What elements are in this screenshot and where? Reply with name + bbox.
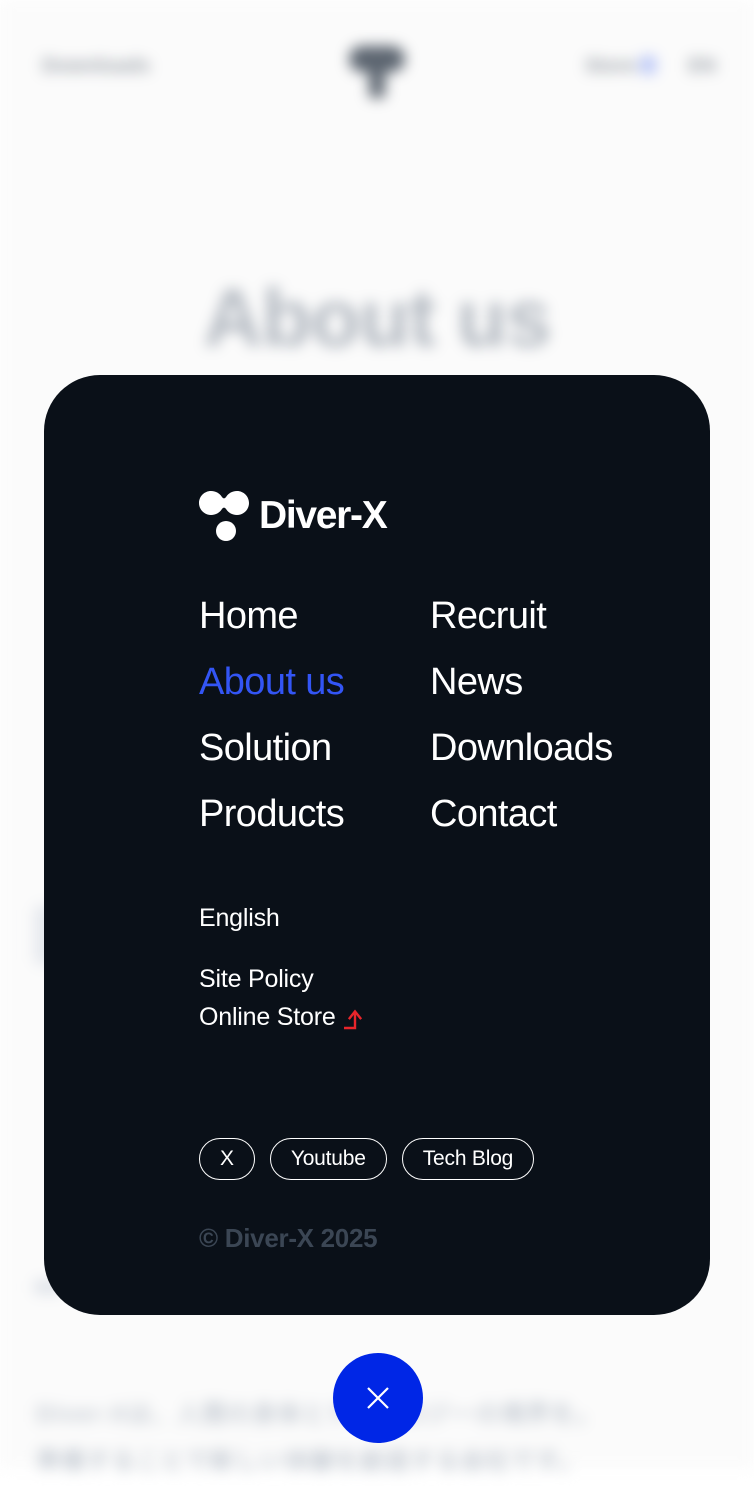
- social-links: X Youtube Tech Blog: [199, 1138, 534, 1180]
- brand-name: Diver-X: [259, 496, 386, 535]
- social-link-youtube[interactable]: Youtube: [270, 1138, 387, 1180]
- copyright-text: © Diver-X 2025: [199, 1223, 377, 1254]
- header-logo-icon[interactable]: [349, 46, 405, 98]
- cart-icon[interactable]: [640, 56, 656, 74]
- online-store-label: Online Store: [199, 998, 336, 1036]
- brand-logo[interactable]: Diver-X: [199, 489, 386, 541]
- page-title: About us: [0, 272, 754, 366]
- close-icon: [365, 1385, 391, 1411]
- nav-link-solution[interactable]: Solution: [199, 715, 430, 781]
- social-link-tech-blog[interactable]: Tech Blog: [402, 1138, 534, 1180]
- close-menu-button[interactable]: [333, 1353, 423, 1443]
- modal-nav: Home Recruit About us News Solution Down…: [199, 583, 613, 847]
- nav-link-recruit[interactable]: Recruit: [430, 583, 613, 649]
- nav-link-news[interactable]: News: [430, 649, 613, 715]
- nav-link-products[interactable]: Products: [199, 781, 430, 847]
- nav-link-about-us[interactable]: About us: [199, 649, 430, 715]
- online-store-link[interactable]: Online Store: [199, 998, 366, 1036]
- nav-link-home[interactable]: Home: [199, 583, 430, 649]
- site-header: Downloads Store EN: [0, 0, 754, 140]
- header-nav-downloads[interactable]: Downloads: [42, 55, 150, 78]
- nav-link-contact[interactable]: Contact: [430, 781, 613, 847]
- site-policy-label: Site Policy: [199, 960, 314, 998]
- external-link-arrow-icon: [344, 1005, 366, 1029]
- nav-link-downloads[interactable]: Downloads: [430, 715, 613, 781]
- body-line: 準備することで新しい体験を創造する会社です。: [36, 1439, 718, 1486]
- language-selector[interactable]: English: [199, 906, 366, 931]
- modal-meta-links: English Site Policy Online Store: [199, 906, 366, 1036]
- menu-overlay-panel: Diver-X Home Recruit About us News Solut…: [44, 375, 710, 1315]
- diver-x-logo-icon: [199, 489, 249, 541]
- social-link-x[interactable]: X: [199, 1138, 255, 1180]
- header-nav-store[interactable]: Store: [585, 55, 636, 78]
- header-language-switch[interactable]: EN: [688, 55, 716, 78]
- site-policy-link[interactable]: Site Policy: [199, 960, 366, 998]
